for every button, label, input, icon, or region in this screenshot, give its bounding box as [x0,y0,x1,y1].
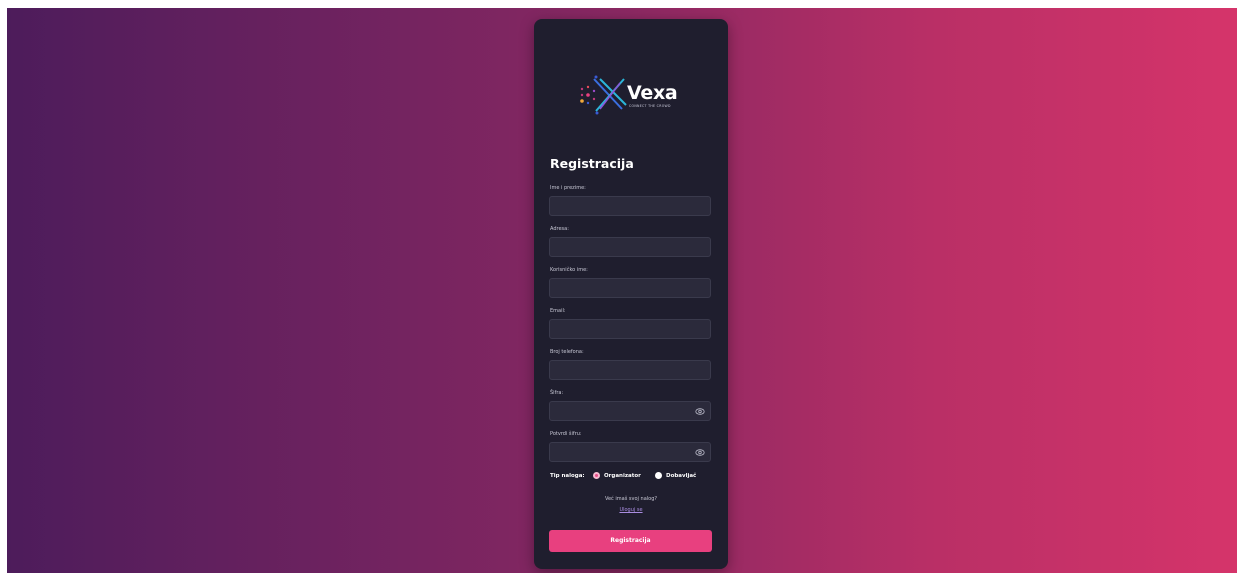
field-label-password: Šifra: [550,390,564,396]
account-type-label: Tip naloga: [550,473,585,479]
registration-card: Vexa CONNECT THE CROWD Registracija Ime … [534,19,728,569]
login-prompt: Već imaš svoj nalog? [604,496,658,502]
email-input[interactable] [549,319,711,339]
form-title: Registracija [550,156,634,171]
login-link[interactable]: Uloguj se [534,507,728,513]
field-label-confirm-password: Potvrdi šifru: [550,431,582,437]
field-label-username: Korisničko ime: [550,267,588,273]
eye-icon[interactable] [695,448,705,457]
radio-organizator[interactable] [593,472,600,479]
field-label-email: Email: [550,308,566,314]
full-name-input[interactable] [549,196,711,216]
confirm-password-input[interactable] [549,442,711,462]
address-input[interactable] [549,237,711,257]
field-label-full-name: Ime i prezime: [550,185,586,191]
password-input[interactable] [549,401,711,421]
radio-dobavljac-label[interactable]: Dobavljač [666,473,696,479]
field-label-phone: Broj telefona: [550,349,584,355]
radio-organizator-label[interactable]: Organizator [604,473,641,479]
brand-name: Vexa [627,82,678,104]
username-input[interactable] [549,278,711,298]
brand-tagline: CONNECT THE CROWD [629,104,671,108]
radio-dobavljac[interactable] [655,472,662,479]
phone-input[interactable] [549,360,711,380]
register-button[interactable]: Registracija [549,530,712,552]
eye-icon[interactable] [695,407,705,416]
field-label-address: Adresa: [550,226,569,232]
